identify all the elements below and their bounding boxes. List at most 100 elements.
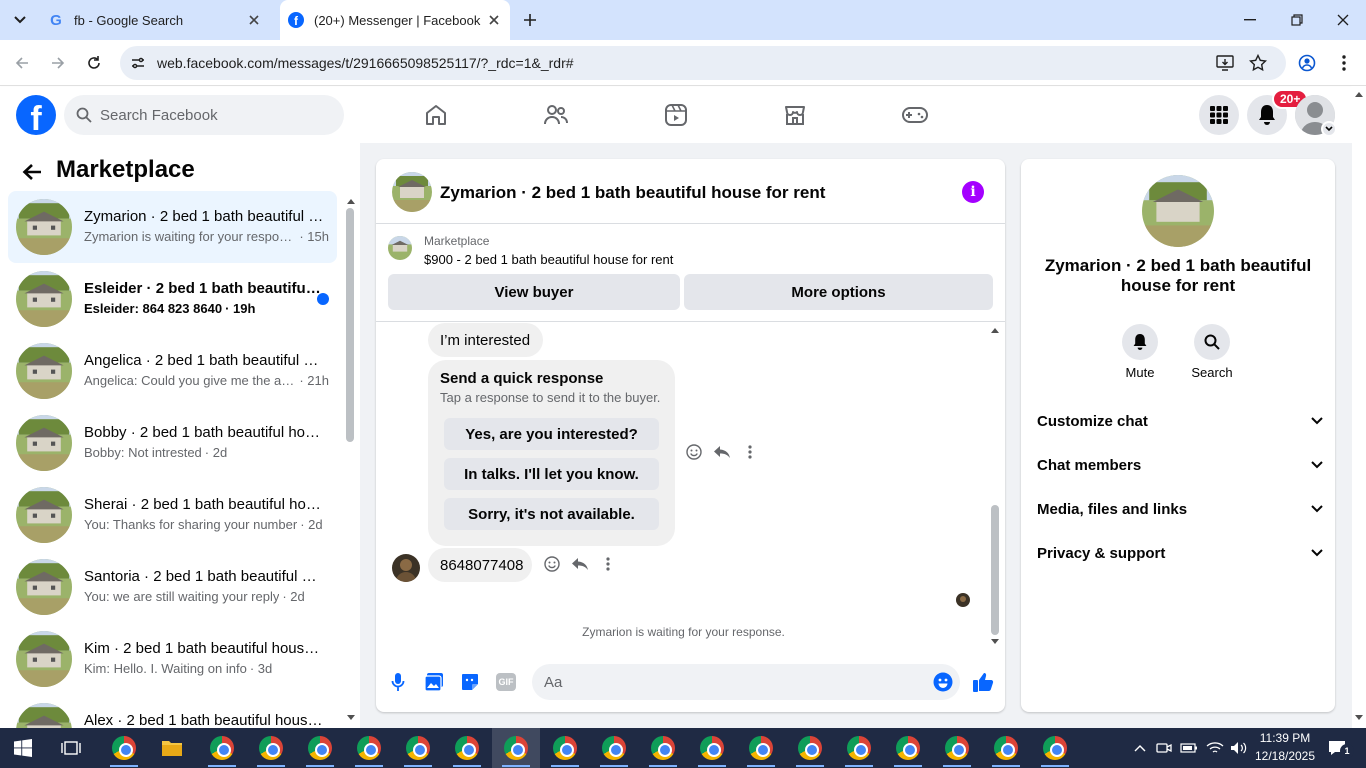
new-tab-icon[interactable] [518, 8, 542, 32]
conversation-item[interactable]: Zymarion · 2 bed 1 bath beautiful house … [8, 191, 337, 263]
video-nav-icon[interactable] [656, 97, 696, 133]
chrome-taskbar-icon[interactable] [737, 728, 785, 768]
chrome-taskbar-icon[interactable] [1031, 728, 1079, 768]
react-emoji-icon[interactable] [684, 442, 704, 462]
emoji-picker-icon[interactable] [932, 671, 954, 693]
chrome-taskbar-icon[interactable] [198, 728, 246, 768]
message-scrollbar[interactable] [991, 505, 999, 635]
chrome-taskbar-icon[interactable] [394, 728, 442, 768]
clock-time[interactable]: 11:39 PM [1252, 731, 1318, 745]
close-tab-icon[interactable] [246, 12, 262, 28]
battery-icon[interactable] [1178, 728, 1200, 768]
info-icon[interactable]: i [962, 181, 984, 203]
tab-messenger[interactable]: f (20+) Messenger | Facebook [280, 0, 510, 40]
sender-avatar[interactable] [392, 554, 420, 582]
react-emoji-icon[interactable] [542, 554, 562, 574]
search-conversation-button[interactable] [1194, 324, 1230, 360]
site-settings-icon[interactable] [128, 53, 148, 73]
sticker-icon[interactable] [459, 671, 481, 693]
chrome-taskbar-icon[interactable] [835, 728, 883, 768]
conversation-item[interactable]: Esleider · 2 bed 1 bath beautiful house … [8, 263, 337, 335]
info-section-privacy-support[interactable]: Privacy & support [1037, 535, 1323, 571]
task-view-icon[interactable] [48, 728, 94, 768]
more-options-button[interactable]: More options [684, 274, 993, 310]
quick-reply-not-available-button[interactable]: Sorry, it's not available. [444, 498, 659, 530]
back-arrow-icon[interactable] [18, 158, 46, 186]
facebook-logo-icon[interactable]: f [16, 95, 56, 138]
chat-header-avatar[interactable] [392, 172, 432, 212]
conversation-item[interactable]: Kim · 2 bed 1 bath beautiful house for r… [8, 623, 337, 695]
chrome-taskbar-icon[interactable] [345, 728, 393, 768]
more-actions-icon[interactable] [598, 554, 618, 574]
chrome-taskbar-icon[interactable] [884, 728, 932, 768]
chrome-taskbar-icon[interactable] [492, 728, 540, 768]
install-app-icon[interactable] [1215, 53, 1235, 73]
photo-attach-icon[interactable] [423, 671, 445, 693]
info-section-customize-chat[interactable]: Customize chat [1037, 403, 1323, 439]
microphone-icon[interactable] [387, 671, 409, 693]
account-chevron-icon[interactable] [1321, 121, 1337, 137]
meet-now-icon[interactable] [1154, 728, 1174, 768]
message-input[interactable]: Aa [532, 664, 960, 700]
close-tab-icon[interactable] [486, 12, 502, 28]
profile-icon[interactable] [1297, 53, 1317, 73]
like-thumbs-up-icon[interactable] [971, 670, 995, 694]
chrome-taskbar-icon[interactable] [933, 728, 981, 768]
conversation-list-scrollbar[interactable] [346, 208, 354, 442]
wifi-icon[interactable] [1204, 728, 1226, 768]
chrome-taskbar-icon[interactable] [982, 728, 1030, 768]
gaming-nav-icon[interactable] [895, 97, 935, 133]
chrome-taskbar-icon[interactable] [639, 728, 687, 768]
conversation-item[interactable]: Santoria · 2 bed 1 bath beautiful house … [8, 551, 337, 623]
back-icon[interactable] [10, 51, 34, 75]
facebook-search-input[interactable]: Search Facebook [64, 95, 344, 135]
volume-icon[interactable] [1228, 728, 1250, 768]
scroll-down-icon[interactable] [347, 715, 355, 721]
close-window-icon[interactable] [1329, 8, 1357, 32]
bookmark-star-icon[interactable] [1248, 53, 1268, 73]
message-bubble[interactable]: 8648077408 [428, 548, 532, 582]
chrome-taskbar-icon[interactable] [541, 728, 589, 768]
scroll-up-icon[interactable] [347, 198, 355, 204]
mute-button[interactable] [1122, 324, 1158, 360]
reply-icon[interactable] [712, 442, 732, 462]
scroll-up-icon[interactable] [991, 327, 999, 333]
more-actions-icon[interactable] [740, 442, 760, 462]
chrome-taskbar-icon[interactable] [786, 728, 834, 768]
minimize-window-icon[interactable] [1236, 8, 1264, 32]
show-hidden-icons-icon[interactable] [1130, 728, 1150, 768]
page-scrollbar[interactable] [1352, 87, 1366, 728]
conversation-item[interactable]: Angelica · 2 bed 1 bath beautiful house … [8, 335, 337, 407]
chrome-taskbar-icon[interactable] [100, 728, 148, 768]
chrome-taskbar-icon[interactable] [688, 728, 736, 768]
restore-window-icon[interactable] [1283, 8, 1311, 32]
listing-title[interactable]: $900 - 2 bed 1 bath beautiful house for … [424, 252, 673, 267]
conversation-item[interactable]: Bobby · 2 bed 1 bath beautiful house for… [8, 407, 337, 479]
menu-grid-button[interactable] [1199, 95, 1239, 135]
conversation-item[interactable]: Alex · 2 bed 1 bath beautiful house for … [8, 695, 337, 728]
chrome-taskbar-icon[interactable] [590, 728, 638, 768]
windows-start-icon[interactable] [0, 728, 46, 768]
chrome-taskbar-icon[interactable] [443, 728, 491, 768]
tab-google-search[interactable]: G fb - Google Search [38, 0, 270, 40]
tab-search-dropdown-icon[interactable] [8, 8, 32, 32]
info-section-chat-members[interactable]: Chat members [1037, 447, 1323, 483]
conversation-item[interactable]: Sherai · 2 bed 1 bath beautiful house fo… [8, 479, 337, 551]
clock-date[interactable]: 12/18/2025 [1252, 749, 1318, 763]
scroll-down-icon[interactable] [991, 639, 999, 645]
friends-nav-icon[interactable] [536, 97, 576, 133]
reply-icon[interactable] [570, 554, 590, 574]
quick-reply-yes-button[interactable]: Yes, are you interested? [444, 418, 659, 450]
address-bar[interactable]: web.facebook.com/messages/t/291666509852… [120, 46, 1286, 80]
file-explorer-icon[interactable] [148, 728, 196, 768]
reload-icon[interactable] [82, 51, 106, 75]
view-buyer-button[interactable]: View buyer [388, 274, 680, 310]
gif-icon[interactable]: GIF [495, 671, 517, 693]
chrome-taskbar-icon[interactable] [296, 728, 344, 768]
chrome-taskbar-icon[interactable] [247, 728, 295, 768]
info-avatar[interactable] [1142, 175, 1214, 247]
home-nav-icon[interactable] [416, 97, 456, 133]
message-bubble[interactable]: I’m interested [428, 323, 543, 357]
browser-menu-icon[interactable] [1334, 53, 1354, 73]
info-section-media-files-and-links[interactable]: Media, files and links [1037, 491, 1323, 527]
